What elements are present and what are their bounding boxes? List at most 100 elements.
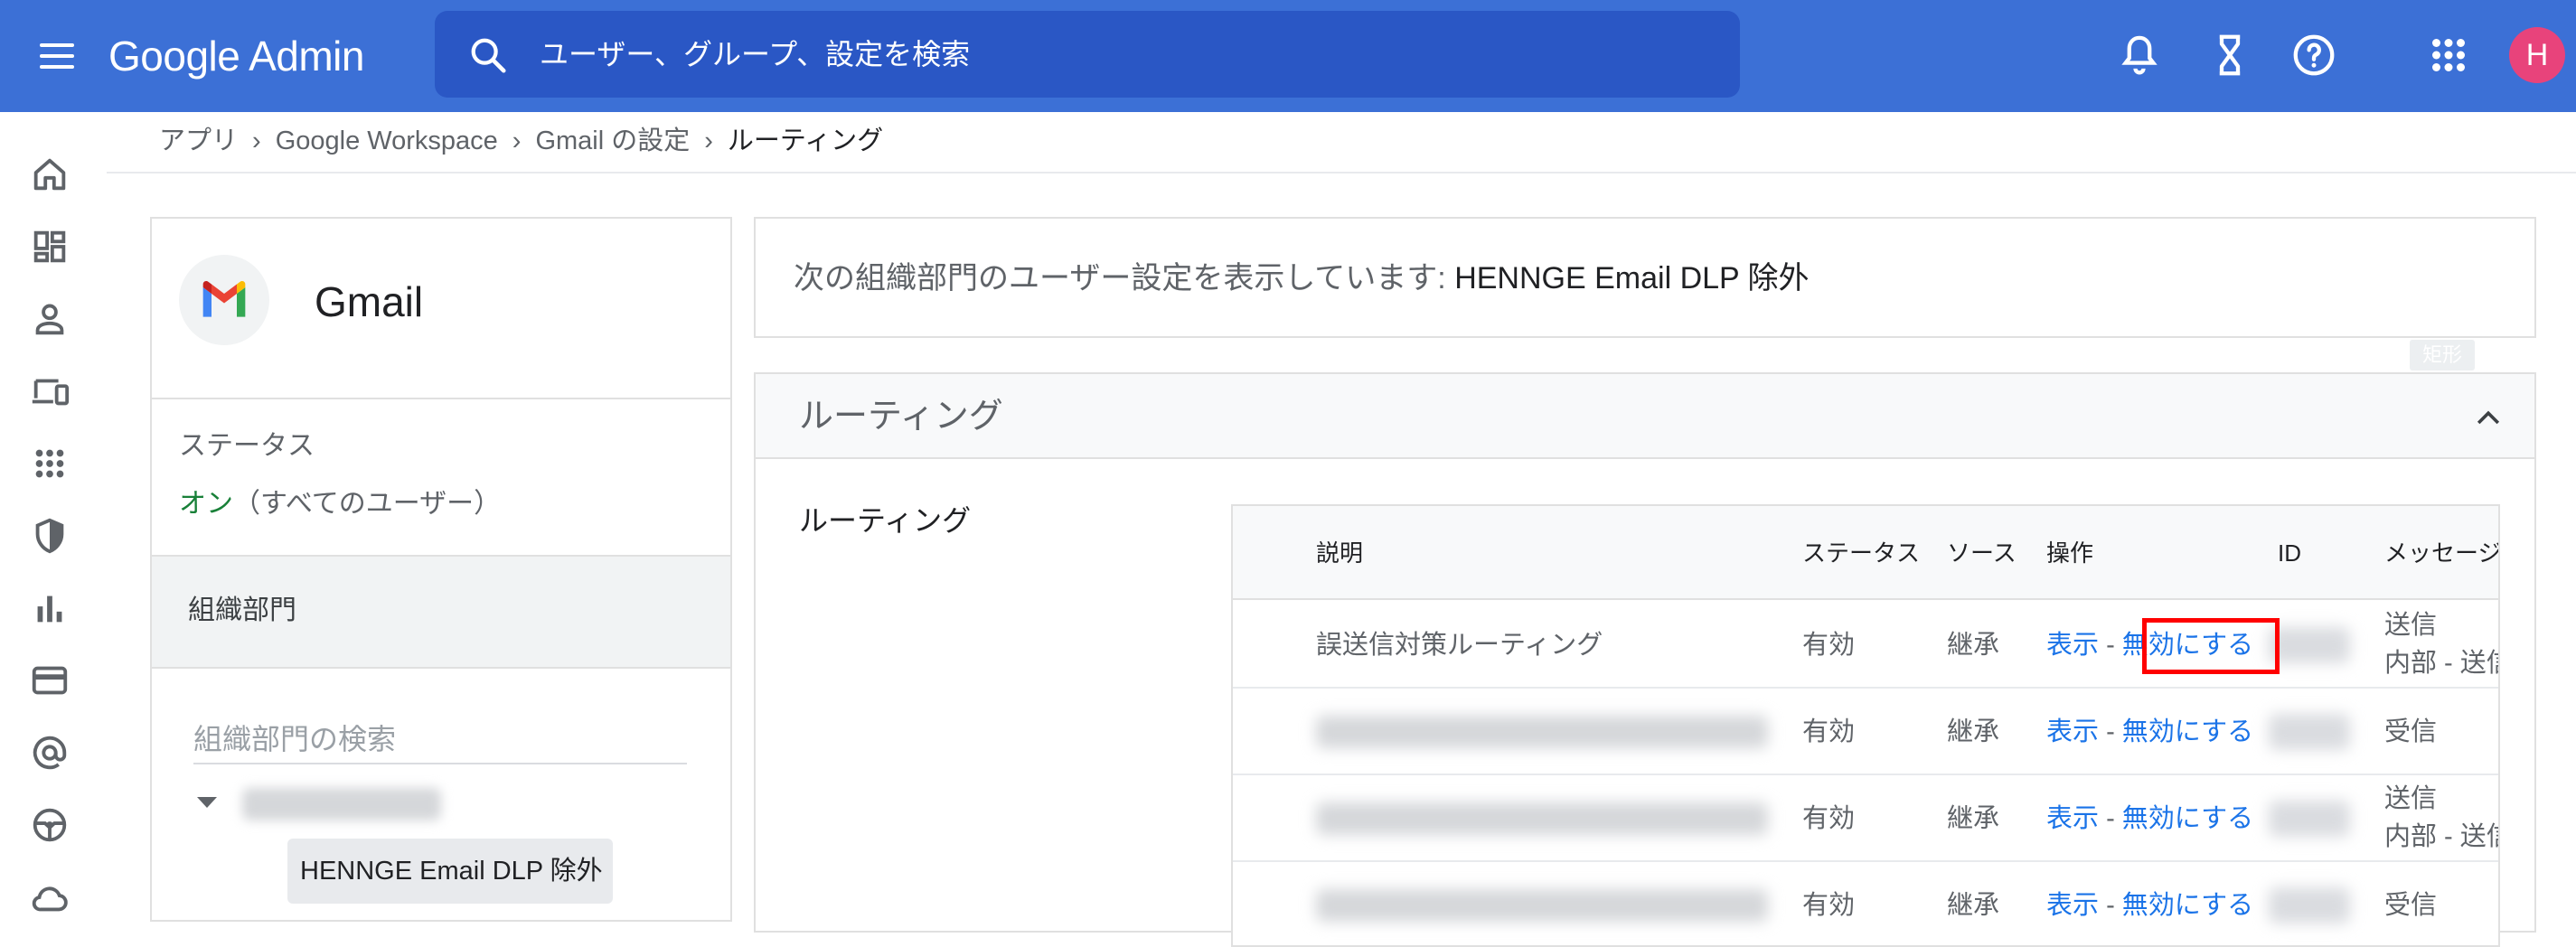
status-value[interactable]: オン（すべてのユーザー） <box>179 486 501 522</box>
row-message-line1: 送信 <box>2384 611 2438 640</box>
row-id-redacted <box>2269 887 2350 924</box>
search-input[interactable]: ユーザー、グループ、設定を検索 <box>540 36 970 72</box>
home-icon[interactable] <box>29 154 71 195</box>
header-message[interactable]: メッセージ <box>2384 539 2498 567</box>
breadcrumb-apps[interactable]: アプリ <box>159 123 238 159</box>
row-actions: 表示 - 無効にする <box>2046 891 2254 920</box>
table-row: 有効 継承 表示 - 無効にする 受信 <box>1233 862 2498 945</box>
devices-icon[interactable] <box>29 370 71 412</box>
view-link[interactable]: 表示 <box>2046 717 2099 746</box>
table-row: 誤送信対策ルーティング 有効 継承 表示 - 無効にする 送信 内部 - 送信 <box>1233 602 2498 689</box>
account-avatar[interactable]: H <box>2509 27 2565 83</box>
row-id-redacted <box>2269 627 2350 663</box>
gmail-logo-icon <box>179 255 269 345</box>
breadcrumb-current-routing: ルーティング <box>727 127 884 155</box>
chevron-up-icon[interactable] <box>2475 407 2502 428</box>
row-description-redacted <box>1316 716 1768 748</box>
rectangle-annotation-tag: 矩形 <box>2410 340 2475 370</box>
user-icon[interactable] <box>29 298 71 340</box>
row-source: 継承 <box>1947 804 2000 833</box>
org-unit-search-input[interactable]: 組織部門の検索 <box>193 714 687 764</box>
row-message-line2: 内部 - 送信 <box>2384 822 2500 851</box>
breadcrumb: アプリ › Google Workspace › Gmail の設定 › ルーティング <box>159 123 883 159</box>
routing-panel: ルーティング ルーティング 説明 ステータス ソース 操作 ID メッセージ 誤… <box>754 372 2536 947</box>
row-source: 継承 <box>1947 631 2000 660</box>
disable-link[interactable]: 無効にする <box>2122 891 2253 920</box>
header-source[interactable]: ソース <box>1947 539 2017 567</box>
red-highlight-box <box>2142 618 2280 674</box>
breadcrumb-google-workspace[interactable]: Google Workspace <box>276 123 498 159</box>
status-scope-text: （すべてのユーザー） <box>233 489 502 519</box>
apps-icon[interactable] <box>29 443 71 484</box>
row-message-line1: 受信 <box>2384 891 2438 920</box>
header-id[interactable]: ID <box>2278 539 2301 567</box>
org-unit-header: 組織部門 <box>152 555 730 669</box>
view-link[interactable]: 表示 <box>2046 804 2099 833</box>
app-launcher-grid-icon[interactable] <box>2424 31 2473 80</box>
rules-steering-icon[interactable] <box>29 804 71 846</box>
storage-cloud-icon[interactable] <box>29 877 71 918</box>
row-status: 有効 <box>1802 804 1856 833</box>
row-message-line2: 内部 - 送信 <box>2384 649 2500 678</box>
reports-bar-icon[interactable] <box>29 587 71 629</box>
disable-link[interactable]: 無効にする <box>2122 717 2253 746</box>
header-description[interactable]: 説明 <box>1316 539 1363 567</box>
status-on-text: オン <box>179 489 233 519</box>
row-status: 有効 <box>1802 717 1856 746</box>
row-actions: 表示 - 無効にする <box>2046 804 2254 833</box>
row-id-redacted <box>2269 801 2350 837</box>
disable-link[interactable]: 無効にする <box>2122 804 2253 833</box>
tree-expand-caret-icon[interactable] <box>197 797 217 808</box>
chevron-right-icon: › <box>512 127 522 155</box>
routing-panel-header[interactable]: ルーティング <box>756 374 2534 459</box>
routing-table: 説明 ステータス ソース 操作 ID メッセージ 誤送信対策ルーティング 有効 … <box>1231 504 2500 947</box>
row-status: 有効 <box>1802 631 1856 660</box>
security-shield-icon[interactable] <box>29 515 71 557</box>
chevron-right-icon: › <box>252 127 261 155</box>
tree-selected-org-unit-label: HENNGE Email DLP 除外 <box>300 857 603 886</box>
search-bar[interactable]: ユーザー、グループ、設定を検索 <box>435 11 1740 98</box>
status-label: ステータス <box>179 431 315 461</box>
help-icon[interactable] <box>2289 31 2338 80</box>
breadcrumb-divider <box>107 172 2576 173</box>
row-actions: 表示 - 無効にする <box>2046 717 2254 746</box>
hourglass-tasks-icon[interactable] <box>2205 31 2254 80</box>
row-description-redacted <box>1316 889 1768 922</box>
routing-panel-title: ルーティング <box>799 398 1003 436</box>
row-message-line1: 送信 <box>2384 784 2438 813</box>
view-link[interactable]: 表示 <box>2046 891 2099 920</box>
row-description-redacted <box>1316 802 1768 835</box>
top-app-bar: Google Admin ユーザー、グループ、設定を検索 H <box>0 0 2576 112</box>
table-row: 有効 継承 表示 - 無効にする 受信 <box>1233 689 2498 775</box>
table-row: 有効 継承 表示 - 無効にする 送信 内部 - 送信 <box>1233 775 2498 862</box>
search-icon <box>471 38 506 73</box>
org-unit-search-placeholder: 組織部門の検索 <box>193 723 397 755</box>
org-unit-info-banner: 次の組織部門のユーザー設定を表示しています: HENNGE Email DLP … <box>754 217 2536 338</box>
row-message-line1: 受信 <box>2384 717 2438 746</box>
routing-section-label: ルーティング <box>799 504 972 537</box>
billing-card-icon[interactable] <box>29 660 71 701</box>
table-header-row: 説明 ステータス ソース 操作 ID メッセージ <box>1233 506 2498 600</box>
app-title: Gmail <box>315 278 424 325</box>
breadcrumb-gmail-settings[interactable]: Gmail の設定 <box>535 123 690 159</box>
view-link[interactable]: 表示 <box>2046 631 2099 660</box>
tree-selected-org-unit[interactable]: HENNGE Email DLP 除外 <box>287 839 613 904</box>
hamburger-menu-icon[interactable] <box>36 38 78 74</box>
tree-root-org-unit-redacted[interactable] <box>242 788 441 820</box>
dashboard-icon[interactable] <box>29 226 71 267</box>
row-status: 有効 <box>1802 891 1856 920</box>
header-actions: 操作 <box>2046 539 2094 567</box>
chevron-right-icon: › <box>704 127 713 155</box>
org-unit-info-text: 次の組織部門のユーザー設定を表示しています: HENNGE Email DLP … <box>794 261 1810 295</box>
header-status[interactable]: ステータス <box>1802 539 1920 567</box>
app-summary-card: Gmail ステータス オン（すべてのユーザー） 組織部門 組織部門の検索 HE… <box>150 217 732 922</box>
google-admin-logo[interactable]: Google Admin <box>108 29 364 83</box>
notifications-bell-icon[interactable] <box>2115 31 2164 80</box>
row-source: 継承 <box>1947 891 2000 920</box>
account-at-icon[interactable] <box>29 732 71 774</box>
org-unit-info-name: HENNGE Email DLP 除外 <box>1454 261 1810 295</box>
row-source: 継承 <box>1947 717 2000 746</box>
row-id-redacted <box>2269 714 2350 750</box>
divider <box>152 398 730 399</box>
row-description: 誤送信対策ルーティング <box>1316 631 1603 660</box>
